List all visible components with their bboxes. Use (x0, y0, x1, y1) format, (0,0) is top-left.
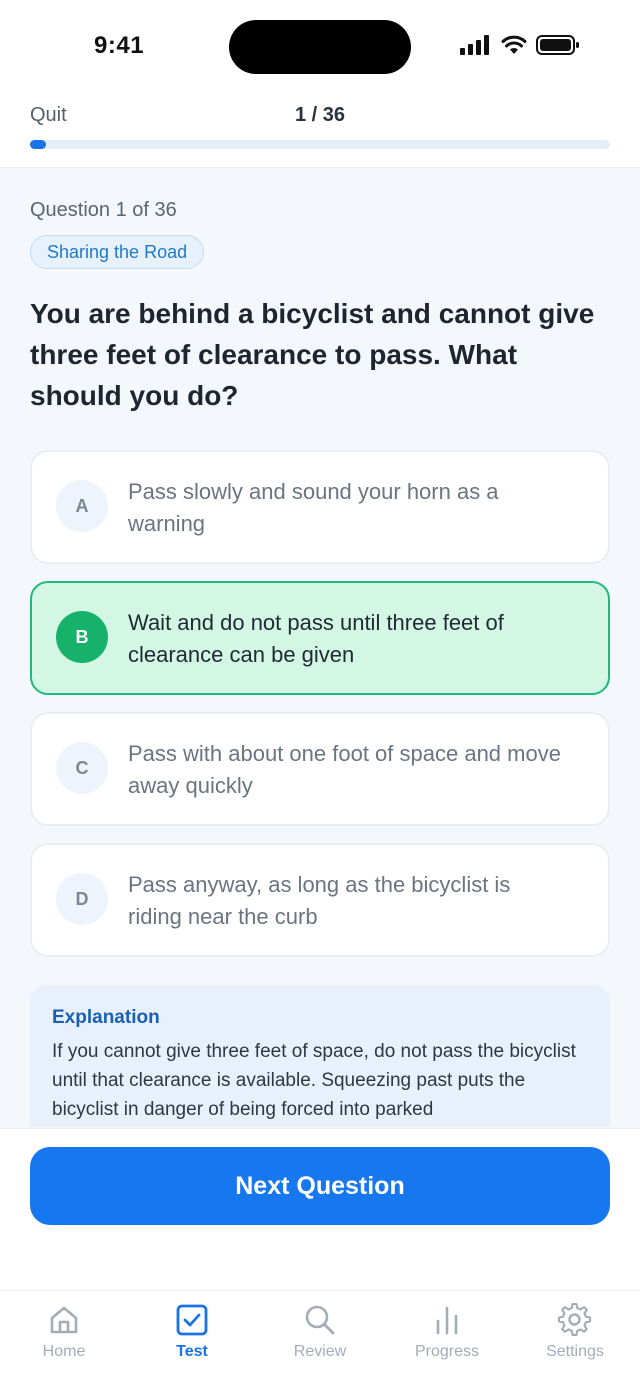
option-letter-badge: A (56, 480, 108, 532)
progress-bar-fill (30, 140, 47, 149)
dynamic-island (229, 20, 411, 74)
tab-bar: Home Test Review Progress Settings (0, 1290, 640, 1390)
answer-option-d[interactable]: D Pass anyway, as long as the bicyclist … (30, 843, 610, 957)
test-checkbox-icon (176, 1304, 208, 1336)
next-question-button[interactable]: Next Question (30, 1147, 610, 1225)
explanation-panel: Explanation If you cannot give three fee… (30, 985, 610, 1127)
option-text: Wait and do not pass until three feet of… (128, 610, 504, 667)
option-letter-badge: C (56, 742, 108, 794)
tab-test[interactable]: Test (137, 1303, 247, 1375)
answer-option-a[interactable]: A Pass slowly and sound your horn as a w… (30, 450, 610, 564)
option-letter-badge: B (56, 611, 108, 663)
wifi-icon (501, 35, 527, 54)
signal-icon (460, 35, 489, 55)
status-time: 9:41 (94, 32, 145, 59)
status-icons (460, 34, 580, 56)
tab-label: Test (176, 1343, 208, 1360)
question-counter: Question 1 of 36 (30, 199, 177, 221)
progress-count: 1 / 36 (294, 104, 346, 126)
tab-review[interactable]: Review (265, 1303, 375, 1375)
bar-chart-icon (436, 1306, 458, 1335)
home-icon (50, 1306, 78, 1334)
tab-settings[interactable]: Settings (520, 1303, 630, 1375)
status-bar: 9:41 (0, 0, 640, 92)
question-content[interactable]: Question 1 of 36 Sharing the Road You ar… (0, 169, 640, 1127)
explanation-title: Explanation (52, 1007, 160, 1028)
explanation-body: If you cannot give three feet of space, … (52, 1041, 576, 1120)
tab-label: Settings (546, 1343, 604, 1360)
tab-progress[interactable]: Progress (392, 1303, 502, 1375)
question-text: You are behind a bicyclist and cannot gi… (30, 298, 595, 411)
option-text: Pass with about one foot of space and mo… (128, 741, 561, 798)
option-letter-badge: D (56, 873, 108, 925)
quiz-header: Quit 1 / 36 (0, 92, 640, 168)
option-text: Pass anyway, as long as the bicyclist is… (128, 872, 511, 929)
answer-option-c[interactable]: C Pass with about one foot of space and … (30, 712, 610, 826)
option-text: Pass slowly and sound your horn as a war… (128, 479, 499, 536)
tab-home[interactable]: Home (9, 1303, 119, 1375)
search-icon (305, 1305, 335, 1335)
tab-label: Home (42, 1343, 86, 1360)
gear-icon (558, 1303, 592, 1337)
answer-option-b[interactable]: B Wait and do not pass until three feet … (30, 581, 610, 695)
tab-label: Progress (414, 1343, 480, 1360)
category-badge: Sharing the Road (30, 235, 205, 269)
footer: Next Question (0, 1128, 640, 1290)
battery-icon (536, 35, 579, 55)
tab-label: Review (293, 1343, 347, 1360)
progress-bar (30, 140, 610, 149)
